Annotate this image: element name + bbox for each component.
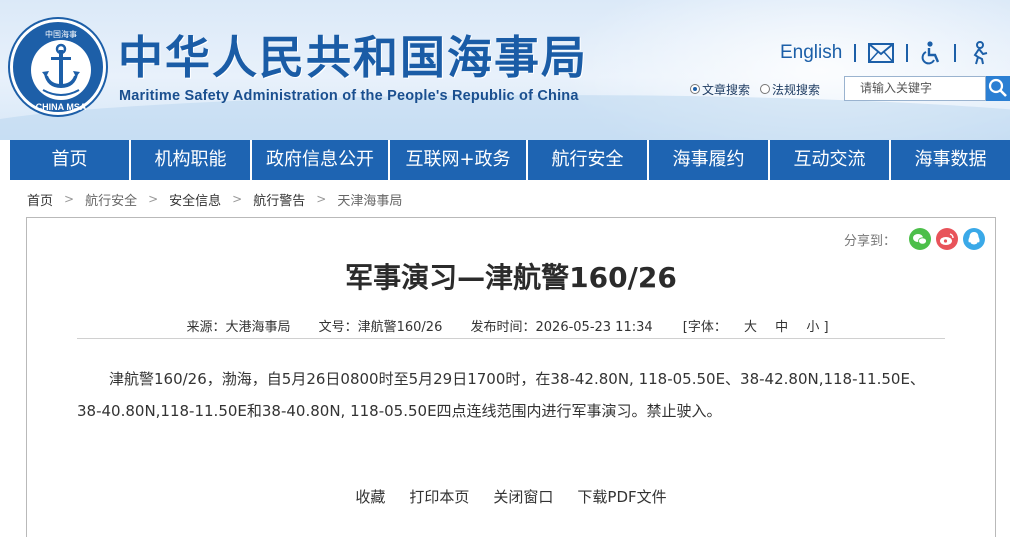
font-size-medium[interactable]: 中 — [775, 320, 788, 335]
breadcrumb-nav-warning[interactable]: 航行警告 — [253, 190, 305, 209]
nav-item-functions[interactable]: 机构职能 — [131, 140, 252, 180]
font-size-label: [字体： — [682, 320, 727, 335]
favorite-button[interactable]: 收藏 — [355, 486, 385, 507]
anchor-emblem-icon: CHINA MSA 中国海事 — [31, 29, 91, 112]
mail-icon[interactable] — [868, 43, 895, 63]
msa-logo[interactable]: CHINA MSA 中国海事 — [10, 19, 106, 115]
accessibility-icon[interactable] — [920, 41, 942, 65]
nav-item-internet-gov[interactable]: 互联网+政务 — [390, 140, 528, 180]
site-subtitle: Maritime Safety Administration of the Pe… — [119, 88, 579, 104]
download-pdf-button[interactable]: 下载PDF文件 — [577, 486, 666, 507]
article-doc-number: 文号：津航警160/26 — [318, 320, 443, 335]
qq-icon[interactable] — [963, 228, 985, 250]
radio-dot[interactable] — [690, 84, 700, 94]
nav-item-home[interactable]: 首页 — [10, 140, 131, 180]
breadcrumb-home[interactable]: 首页 — [27, 190, 53, 209]
main-nav: 首页 机构职能 政府信息公开 互联网+政务 航行安全 海事履约 互动交流 海事数… — [10, 140, 1010, 180]
nav-item-interaction[interactable]: 互动交流 — [770, 140, 891, 180]
print-button[interactable]: 打印本页 — [409, 486, 469, 507]
chevron-right-icon: > — [64, 192, 75, 206]
share-label: 分享到： — [843, 233, 896, 249]
nav-item-gov-info[interactable]: 政府信息公开 — [252, 140, 390, 180]
article-panel: 分享到： 军事演习—津航警160/26 来源：大港海事局 文号：津航警160/2… — [26, 217, 996, 537]
breadcrumb-safety-info[interactable]: 安全信息 — [169, 190, 221, 209]
chevron-right-icon: > — [316, 192, 327, 206]
radio-dot[interactable] — [760, 84, 771, 94]
top-links: English — [780, 40, 990, 66]
svg-text:CHINA MSA: CHINA MSA — [36, 102, 87, 112]
font-size-large[interactable]: 大 — [744, 320, 757, 335]
english-link[interactable]: English — [780, 42, 842, 64]
divider — [906, 44, 909, 62]
breadcrumb-tianjin[interactable]: 天津海事局 — [337, 190, 402, 209]
wechat-icon[interactable] — [909, 228, 931, 250]
close-window-button[interactable]: 关闭窗口 — [493, 486, 553, 507]
radio-article-search[interactable]: 文章搜索 — [690, 81, 750, 98]
chevron-right-icon: > — [232, 192, 243, 206]
share-bar: 分享到： — [844, 228, 985, 250]
divider — [854, 44, 857, 62]
breadcrumb: 首页 > 航行安全 > 安全信息 > 航行警告 > 天津海事局 — [27, 190, 402, 209]
elder-mode-icon[interactable] — [968, 41, 990, 65]
article-publish-time: 发布时间：2026-05-23 11:34 — [470, 320, 653, 335]
divider — [954, 44, 957, 62]
nav-item-data[interactable]: 海事数据 — [891, 140, 1010, 180]
article-body: 津航警160/26，渤海，自5月26日0800时至5月29日1700时，在38-… — [77, 363, 945, 427]
site-title[interactable]: 中华人民共和国海事局 — [118, 32, 588, 84]
article-source: 来源：大港海事局 — [186, 320, 291, 335]
radio-law-search[interactable]: 法规搜索 — [760, 81, 820, 98]
search-input[interactable]: 请输入关键字 — [844, 76, 986, 101]
nav-item-compliance[interactable]: 海事履约 — [649, 140, 770, 180]
font-size-control: [字体： 大 中 小 ] — [677, 320, 836, 335]
search-options: 文章搜索 法规搜索 — [690, 77, 830, 101]
font-size-small[interactable]: 小 ] — [806, 320, 828, 335]
nav-item-nav-safety[interactable]: 航行安全 — [528, 140, 649, 180]
divider — [77, 338, 945, 339]
search-icon — [988, 78, 1007, 97]
svg-text:中国海事: 中国海事 — [45, 29, 77, 39]
article-title: 军事演习—津航警160/26 — [345, 261, 677, 294]
article-actions: 收藏 打印本页 关闭窗口 下载PDF文件 — [27, 486, 995, 507]
search-button[interactable] — [986, 76, 1010, 101]
site-header: CHINA MSA 中国海事 中华人民共和国海事局 Maritime Safet… — [0, 0, 1010, 140]
article-paragraph: 津航警160/26，渤海，自5月26日0800时至5月29日1700时，在38-… — [77, 370, 925, 420]
article-meta: 来源：大港海事局 文号：津航警160/26 发布时间：2026-05-23 11… — [27, 316, 995, 335]
breadcrumb-nav-safety[interactable]: 航行安全 — [85, 190, 137, 209]
chevron-right-icon: > — [148, 192, 159, 206]
weibo-icon[interactable] — [936, 228, 958, 250]
